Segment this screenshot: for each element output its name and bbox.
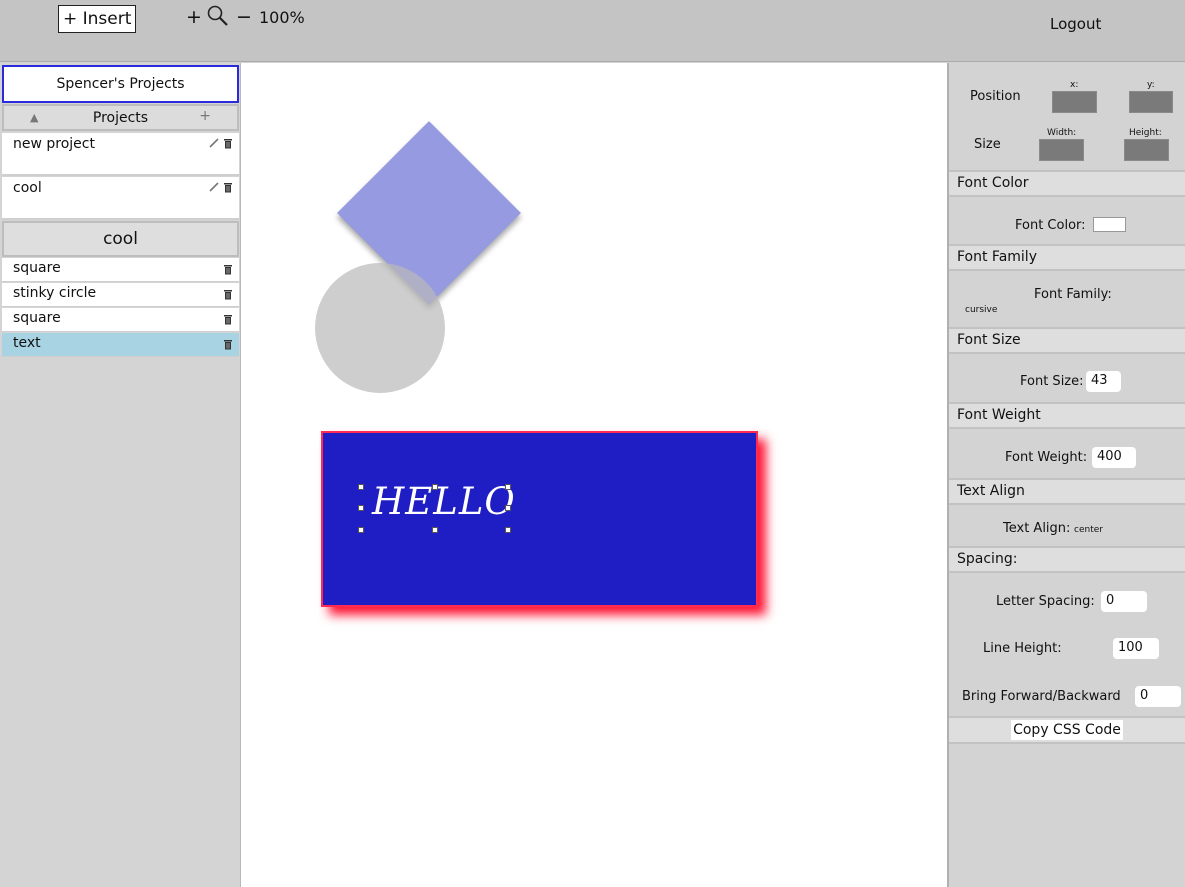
letter-spacing-label: Letter Spacing: — [996, 594, 1095, 609]
zoom-in-button[interactable]: + — [186, 6, 202, 28]
font-weight-header: Font Weight — [949, 402, 1185, 429]
font-color-swatch[interactable] — [1093, 217, 1126, 232]
layer-name: square — [13, 310, 61, 326]
resize-handle[interactable] — [505, 484, 511, 490]
font-color-header: Font Color — [949, 170, 1185, 197]
letter-spacing-input[interactable]: 0 — [1101, 591, 1147, 612]
sidebar: Spencer's Projects ▲ Projects + new proj… — [0, 63, 241, 887]
height-input[interactable] — [1124, 139, 1169, 161]
x-label: x: — [1070, 80, 1079, 90]
y-label: y: — [1147, 80, 1155, 90]
project-item[interactable]: cool — [2, 177, 239, 220]
bring-forward-input[interactable]: 0 — [1135, 686, 1181, 707]
height-label: Height: — [1129, 128, 1162, 138]
line-height-input[interactable]: 100 — [1113, 638, 1159, 659]
x-input[interactable] — [1052, 91, 1097, 113]
zoom-out-button[interactable]: − — [236, 6, 252, 28]
font-size-header: Font Size — [949, 327, 1185, 354]
resize-handle[interactable] — [358, 527, 364, 533]
font-family-label: Font Family: — [1034, 287, 1112, 302]
text-align-header: Text Align — [949, 478, 1185, 505]
layer-name: stinky circle — [13, 285, 97, 301]
bring-forward-label: Bring Forward/Backward — [962, 689, 1121, 704]
trash-icon[interactable] — [223, 182, 233, 193]
layer-name: text — [13, 335, 41, 351]
spacing-header: Spacing: — [949, 546, 1185, 573]
user-projects-title: Spencer's Projects — [2, 65, 239, 103]
resize-handle[interactable] — [432, 484, 438, 490]
circle-shape[interactable] — [315, 263, 445, 393]
trash-icon[interactable] — [223, 314, 233, 325]
position-label: Position — [970, 89, 1021, 104]
width-input[interactable] — [1039, 139, 1084, 161]
layer-item[interactable]: square — [2, 308, 239, 332]
projects-header: ▲ Projects + — [2, 104, 239, 131]
layer-name: square — [13, 260, 61, 276]
y-input[interactable] — [1129, 91, 1173, 113]
font-weight-input[interactable]: 400 — [1092, 447, 1136, 468]
add-project-icon[interactable]: + — [199, 108, 211, 124]
trash-icon[interactable] — [223, 138, 233, 149]
top-toolbar: + Insert + − 100% Logout — [0, 0, 1185, 62]
resize-handle[interactable] — [432, 527, 438, 533]
logout-button[interactable]: Logout — [1050, 15, 1101, 33]
line-height-label: Line Height: — [983, 641, 1062, 656]
font-weight-label: Font Weight: — [1005, 450, 1088, 465]
font-size-label: Font Size: — [1020, 374, 1084, 389]
text-align-label: Text Align: — [1003, 521, 1071, 536]
width-label: Width: — [1047, 128, 1077, 138]
resize-handle[interactable] — [505, 505, 511, 511]
zoom-level: 100% — [259, 8, 305, 27]
resize-handle[interactable] — [358, 505, 364, 511]
layer-item[interactable]: stinky circle — [2, 283, 239, 307]
project-name: cool — [13, 180, 42, 196]
current-project-title: cool — [2, 221, 239, 257]
copy-css-button[interactable]: Copy CSS Code — [1011, 720, 1123, 740]
resize-handle[interactable] — [505, 527, 511, 533]
magnifier-icon — [207, 5, 228, 26]
trash-icon[interactable] — [223, 264, 233, 275]
properties-panel: Position x: y: Size Width: Height: Font … — [947, 63, 1185, 887]
project-name: new project — [13, 136, 95, 152]
layer-item-selected[interactable]: text — [2, 333, 239, 357]
font-size-input[interactable]: 43 — [1086, 371, 1121, 392]
pencil-icon[interactable] — [209, 138, 219, 148]
size-label: Size — [974, 137, 1001, 152]
trash-icon[interactable] — [223, 289, 233, 300]
pencil-icon[interactable] — [209, 182, 219, 192]
text-element[interactable]: HELLO — [372, 480, 516, 523]
insert-button[interactable]: + Insert — [58, 5, 137, 33]
layer-item[interactable]: square — [2, 258, 239, 282]
project-item[interactable]: new project — [2, 133, 239, 176]
font-family-value[interactable]: cursive — [965, 305, 997, 315]
resize-handle[interactable] — [358, 484, 364, 490]
trash-icon[interactable] — [223, 339, 233, 350]
text-align-value[interactable]: center — [1074, 525, 1103, 535]
font-family-header: Font Family — [949, 244, 1185, 271]
font-color-label: Font Color: — [1015, 218, 1086, 233]
